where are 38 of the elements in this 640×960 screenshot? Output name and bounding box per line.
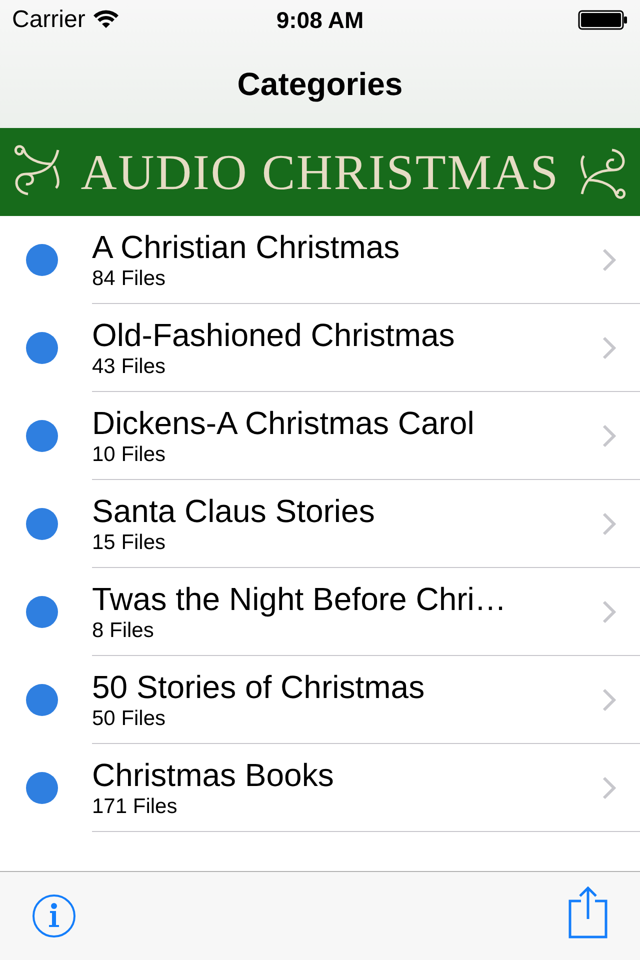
file-count: 43 Files: [92, 354, 167, 380]
category-title: Old-Fashioned Christmas: [92, 316, 456, 354]
file-count: 171 Files: [92, 794, 178, 820]
nav-title: Categories: [237, 65, 403, 104]
info-button[interactable]: [32, 894, 76, 938]
file-count: 84 Files: [92, 266, 167, 292]
chevron-icon: [602, 336, 616, 360]
chevron-icon: [602, 248, 616, 272]
category-title: A Christian Christmas: [92, 228, 401, 266]
file-count: 15 Files: [92, 530, 167, 556]
info-icon: [32, 894, 76, 938]
file-count: 10 Files: [92, 442, 167, 468]
category-row[interactable]: 50 Stories of Christmas 50 Files: [0, 656, 640, 744]
share-button[interactable]: [568, 885, 608, 939]
category-row[interactable]: A Christian Christmas 84 Files: [0, 216, 640, 304]
category-row[interactable]: Christmas Books 171 Files: [0, 744, 640, 832]
category-title: Dickens-A Christmas Carol: [92, 404, 476, 442]
chevron-icon: [602, 776, 616, 800]
category-row[interactable]: Dickens-A Christmas Carol 10 Files: [0, 392, 640, 480]
file-count: 50 Files: [92, 706, 167, 732]
carrier-label: Carrier: [12, 5, 86, 35]
category-title: 50 Stories of Christmas: [92, 668, 426, 706]
chevron-icon: [602, 424, 616, 448]
category-title: Twas the Night Before Chri…: [92, 580, 508, 618]
category-row[interactable]: Twas the Night Before Chri… 8 Files: [0, 568, 640, 656]
category-row[interactable]: Santa Claus Stories 15 Files: [0, 480, 640, 568]
category-row[interactable]: Old-Fashioned Christmas 43 Files: [0, 304, 640, 392]
chevron-icon: [602, 512, 616, 536]
category-title: Christmas Books: [92, 756, 335, 794]
category-title: Santa Claus Stories: [92, 492, 376, 530]
share-icon: [568, 885, 608, 939]
battery-icon: [578, 10, 628, 30]
chevron-icon: [602, 688, 616, 712]
file-count: 8 Files: [92, 618, 155, 644]
wifi-icon: [93, 10, 120, 30]
banner-title: AUDIO CHRISTMAS: [80, 142, 560, 202]
chevron-icon: [602, 600, 616, 624]
clock-time: 9:08 AM: [276, 6, 364, 35]
